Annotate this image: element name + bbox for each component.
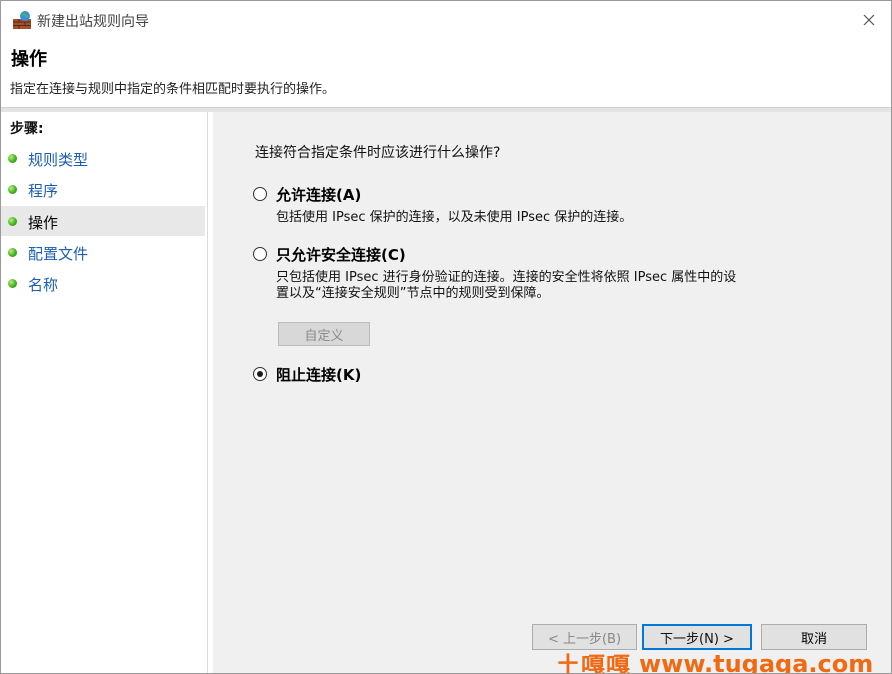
step-label: 名称 — [28, 276, 59, 294]
watermark-cn: 土嘎嘎 — [556, 652, 631, 674]
step-item-rule-type[interactable]: 规则类型 — [1, 143, 205, 173]
green-bullet-icon — [8, 154, 17, 163]
page-description: 指定在连接与规则中指定的条件相匹配时要执行的操作。 — [10, 82, 336, 97]
step-item-name[interactable]: 名称 — [1, 268, 205, 298]
allow-secure-desc-line2: 置以及“连接安全规则”节点中的规则受到保障。 — [276, 286, 550, 301]
customize-button[interactable]: 自定义 — [278, 322, 370, 346]
allow-connection-desc: 包括使用 IPsec 保护的连接，以及未使用 IPsec 保护的连接。 — [276, 210, 633, 225]
radio-label[interactable]: 阻止连接(K) — [276, 364, 361, 385]
green-bullet-icon — [8, 279, 17, 288]
wizard-window: 新建出站规则向导 操作 指定在连接与规则中指定的条件相匹配时要执行的操作。 步骤… — [0, 0, 892, 674]
step-label: 操作 — [28, 214, 59, 232]
step-item-program[interactable]: 程序 — [1, 174, 205, 204]
step-item-action[interactable]: 操作 — [1, 206, 205, 236]
step-item-profile[interactable]: 配置文件 — [1, 237, 205, 267]
close-icon — [863, 14, 875, 26]
window-title: 新建出站规则向导 — [37, 14, 149, 30]
step-label: 配置文件 — [28, 245, 89, 263]
steps-pane: 步骤: 规则类型 程序 操作 配置文件 名称 — [1, 112, 208, 673]
watermark-url: www.tugaga.com — [639, 649, 874, 674]
radio-circle[interactable] — [253, 187, 267, 201]
watermark: 土嘎嘎 www.tugaga.com — [556, 646, 873, 674]
green-bullet-icon — [8, 248, 17, 257]
green-bullet-icon — [8, 217, 17, 226]
close-button[interactable] — [847, 1, 891, 39]
radio-circle[interactable] — [253, 367, 267, 381]
wizard-header: 操作 指定在连接与规则中指定的条件相匹配时要执行的操作。 — [1, 39, 891, 107]
radio-label[interactable]: 只允许安全连接(C) — [276, 244, 406, 265]
action-question: 连接符合指定条件时应该进行什么操作? — [255, 145, 501, 161]
step-label: 规则类型 — [28, 151, 89, 169]
title-bar: 新建出站规则向导 — [1, 1, 891, 39]
radio-label[interactable]: 允许连接(A) — [276, 184, 361, 205]
steps-title: 步骤: — [10, 121, 44, 137]
content-pane: 连接符合指定条件时应该进行什么操作? 允许连接(A) 包括使用 IPsec 保护… — [213, 112, 891, 673]
step-label: 程序 — [28, 182, 59, 200]
radio-circle[interactable] — [253, 247, 267, 261]
green-bullet-icon — [8, 185, 17, 194]
allow-secure-desc-line1: 只包括使用 IPsec 进行身份验证的连接。连接的安全性将依照 IPsec 属性… — [276, 270, 737, 285]
page-title: 操作 — [11, 49, 47, 70]
firewall-app-icon — [12, 10, 32, 30]
